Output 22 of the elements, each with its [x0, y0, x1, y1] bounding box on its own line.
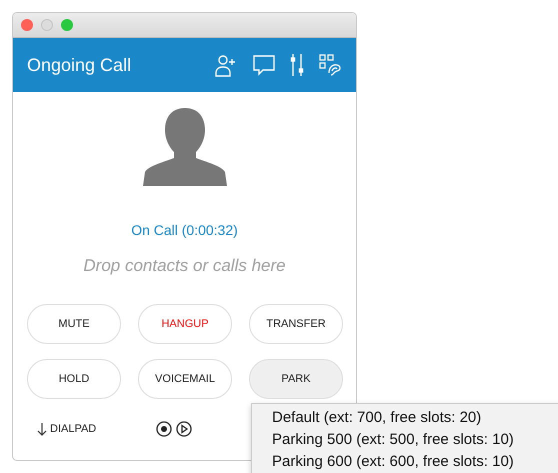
call-action-button[interactable]: TRANSFER — [249, 304, 343, 344]
window-title: Ongoing Call — [27, 54, 132, 76]
call-status: On Call (0:00:32) — [131, 222, 238, 238]
play-icon[interactable] — [176, 421, 192, 437]
chat-icon[interactable] — [252, 54, 276, 76]
call-action-button[interactable]: VOICEMAIL — [138, 359, 232, 399]
call-action-button[interactable]: MUTE — [27, 304, 121, 344]
grid-ear-icon[interactable] — [318, 53, 342, 77]
equalizer-icon[interactable] — [290, 53, 304, 77]
hangup-button[interactable]: HANGUP — [138, 304, 232, 344]
menu-item[interactable]: Parking 500 (ext: 500, free slots: 10) — [272, 429, 558, 451]
add-contact-icon[interactable] — [214, 53, 238, 77]
drop-zone-hint: Drop contacts or calls here — [83, 256, 286, 276]
call-action-button[interactable]: HOLD — [27, 359, 121, 399]
menu-item[interactable]: Parking 600 (ext: 600, free slots: 10) — [272, 451, 558, 473]
record-icon[interactable] — [156, 421, 172, 437]
close-button[interactable] — [21, 19, 33, 31]
call-action-button[interactable]: PARK — [249, 359, 343, 399]
dialpad-toggle[interactable]: DIALPAD — [37, 422, 96, 436]
down-arrow-icon — [37, 422, 47, 436]
avatar-silhouette-icon — [142, 106, 226, 186]
menu-item[interactable]: Default (ext: 700, free slots: 20) — [272, 407, 558, 429]
